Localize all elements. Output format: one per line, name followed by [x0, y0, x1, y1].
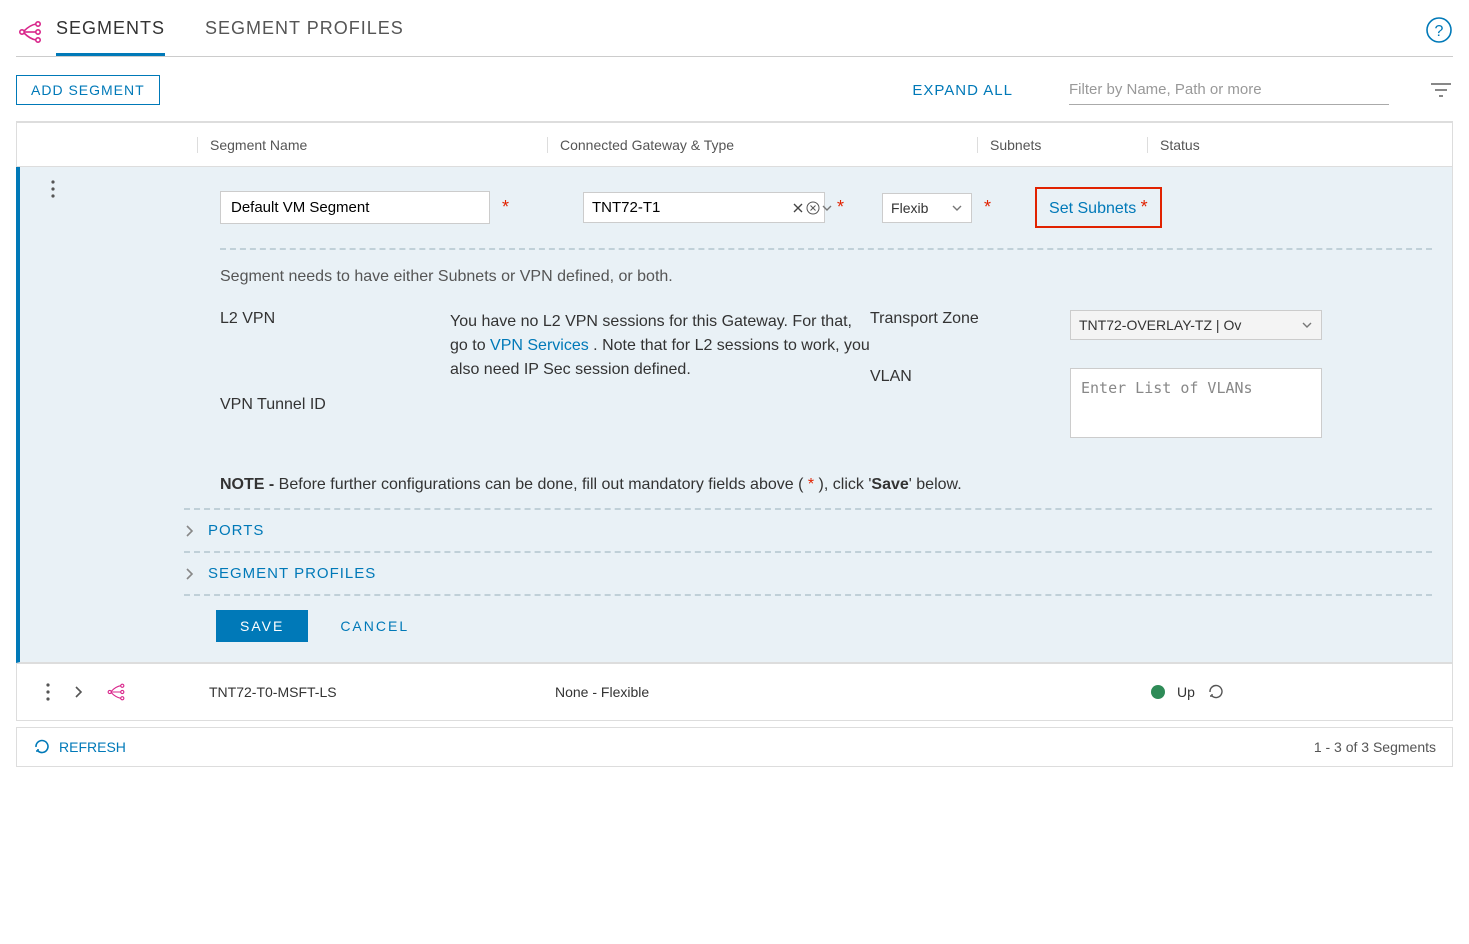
refresh-icon — [33, 738, 51, 756]
chevron-down-icon[interactable] — [821, 204, 833, 212]
action-bar: ADD SEGMENT EXPAND ALL — [16, 57, 1453, 121]
page-header: SEGMENTS SEGMENT PROFILES ? — [16, 0, 1453, 57]
svg-text:?: ? — [1435, 23, 1444, 40]
clear-x-icon[interactable] — [791, 201, 805, 215]
vlan-input[interactable] — [1070, 368, 1322, 438]
required-indicator: * — [837, 197, 844, 218]
column-name: Segment Name — [197, 137, 547, 153]
table-footer: REFRESH 1 - 3 of 3 Segments — [16, 727, 1453, 767]
table-row: TNT72-T0-MSFT-LS None - Flexible Up — [16, 663, 1453, 721]
row-gateway: None - Flexible — [547, 684, 977, 700]
transport-zone-value: TNT72-OVERLAY-TZ | Ov — [1079, 317, 1301, 333]
row-name: TNT72-T0-MSFT-LS — [197, 684, 547, 700]
tab-segment-profiles[interactable]: SEGMENT PROFILES — [205, 8, 404, 56]
ports-section-toggle[interactable]: PORTS — [184, 508, 1432, 551]
segment-name-input[interactable] — [220, 191, 490, 224]
row-menu-icon[interactable] — [45, 682, 51, 702]
vpn-services-link[interactable]: VPN Services — [490, 337, 589, 354]
cancel-button[interactable]: CANCEL — [340, 618, 409, 634]
add-segment-button[interactable]: ADD SEGMENT — [16, 75, 160, 105]
help-icon[interactable]: ? — [1425, 16, 1453, 44]
search-input[interactable] — [1069, 75, 1389, 105]
segment-profiles-section-toggle[interactable]: SEGMENT PROFILES — [184, 551, 1432, 596]
transport-zone-label: Transport Zone — [870, 310, 1070, 340]
row-menu-icon[interactable] — [50, 179, 56, 199]
chevron-right-icon — [184, 567, 194, 581]
required-indicator: * — [502, 197, 509, 218]
table-header: Segment Name Connected Gateway & Type Su… — [16, 121, 1453, 167]
tab-segments[interactable]: SEGMENTS — [56, 8, 165, 56]
expand-all-button[interactable]: EXPAND ALL — [912, 82, 1013, 99]
type-value: Flexib — [891, 200, 951, 216]
form-hint: Segment needs to have either Subnets or … — [220, 248, 1432, 310]
table-row-expanded: * * Flexib — [16, 167, 1453, 663]
column-gateway: Connected Gateway & Type — [547, 137, 977, 153]
segments-icon — [16, 18, 44, 46]
l2vpn-content: You have no L2 VPN sessions for this Gat… — [450, 310, 870, 382]
status-text: Up — [1177, 684, 1195, 700]
column-subnets: Subnets — [977, 137, 1147, 153]
refresh-button[interactable]: REFRESH — [33, 738, 126, 756]
chevron-right-icon[interactable] — [73, 685, 83, 699]
segments-icon — [105, 681, 127, 703]
row-count: 1 - 3 of 3 Segments — [1314, 739, 1436, 755]
type-select[interactable]: Flexib — [882, 193, 972, 223]
l2vpn-label: L2 VPN — [220, 310, 450, 382]
transport-zone-select[interactable]: TNT72-OVERLAY-TZ | Ov — [1070, 310, 1322, 340]
gateway-select[interactable] — [583, 192, 825, 223]
refresh-icon[interactable] — [1207, 683, 1225, 701]
required-indicator: * — [984, 197, 991, 218]
save-button[interactable]: SAVE — [216, 610, 308, 642]
vlan-label: VLAN — [870, 368, 1070, 438]
chevron-down-icon — [1301, 321, 1313, 329]
chevron-down-icon — [951, 204, 963, 212]
column-status: Status — [1147, 137, 1452, 153]
gateway-input[interactable] — [592, 199, 791, 216]
clear-circle-icon[interactable] — [805, 200, 821, 216]
tunnel-id-label: VPN Tunnel ID — [220, 396, 450, 414]
filter-icon[interactable] — [1429, 81, 1453, 99]
set-subnets-button[interactable]: Set Subnets * — [1035, 187, 1162, 228]
note-text: NOTE - Before further configurations can… — [20, 452, 1452, 508]
chevron-right-icon — [184, 524, 194, 538]
status-dot-icon — [1151, 685, 1165, 699]
